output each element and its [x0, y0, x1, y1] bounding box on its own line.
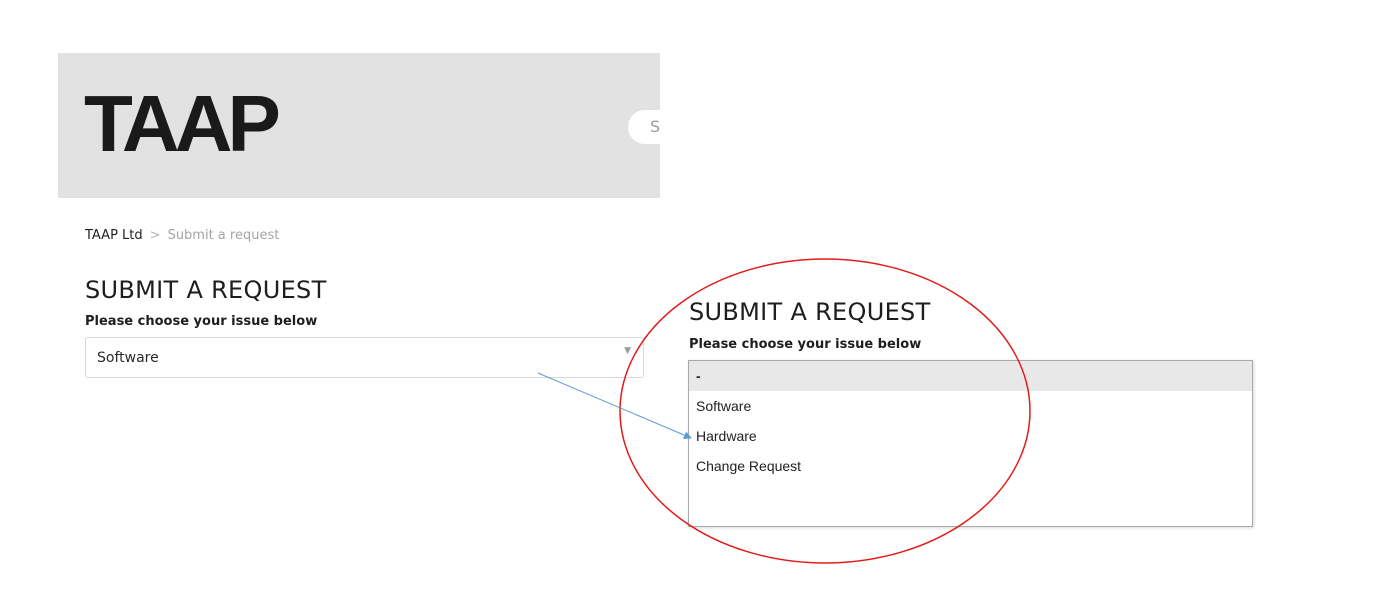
- breadcrumb-home-link[interactable]: TAAP Ltd: [85, 228, 143, 243]
- taap-logo[interactable]: TAAP: [84, 79, 281, 169]
- site-header: TAAP S: [58, 53, 660, 198]
- option-software[interactable]: Software: [689, 391, 1252, 421]
- page-title: SUBMIT A REQUEST: [85, 276, 327, 304]
- issue-select-value: Software: [97, 350, 159, 366]
- breadcrumb-current: Submit a request: [167, 228, 280, 243]
- issue-select[interactable]: Software ▼: [85, 337, 644, 378]
- zoomed-page-title: SUBMIT A REQUEST: [689, 298, 931, 326]
- search-input[interactable]: S: [628, 110, 660, 144]
- option-blank[interactable]: -: [689, 361, 1252, 391]
- issue-options-listbox[interactable]: - Software Hardware Change Request: [688, 360, 1253, 527]
- breadcrumb: TAAP Ltd > Submit a request: [85, 227, 279, 245]
- page: TAAP S TAAP Ltd > Submit a request SUBMIT …: [0, 0, 1382, 600]
- chevron-down-icon[interactable]: ▼: [624, 346, 631, 356]
- breadcrumb-separator: >: [149, 228, 161, 243]
- zoomed-issue-select-label: Please choose your issue below: [689, 337, 922, 352]
- pointer-arrow: [537, 372, 692, 439]
- issue-select-label: Please choose your issue below: [85, 314, 318, 329]
- option-change-request[interactable]: Change Request: [689, 451, 1252, 481]
- option-hardware[interactable]: Hardware: [689, 421, 1252, 451]
